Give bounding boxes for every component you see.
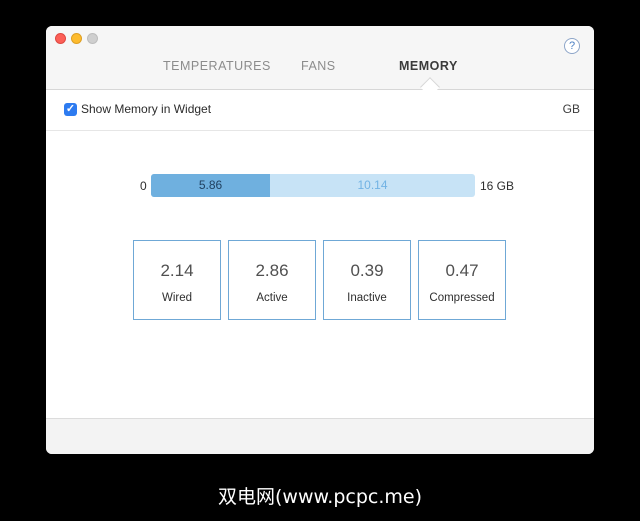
window-footer [46, 418, 594, 454]
memory-usage-bar: 5.86 10.14 [151, 174, 475, 197]
app-window: ? TEMPERATURES FANS MEMORY ✓ Show Memory… [46, 26, 594, 454]
used-memory-segment: 5.86 [151, 174, 270, 197]
stat-card-inactive: 0.39 Inactive [323, 240, 411, 320]
help-button[interactable]: ? [564, 38, 580, 54]
toolbar: ? TEMPERATURES FANS MEMORY [46, 26, 594, 90]
watermark-text: 双电网(www.pcpc.me) [218, 486, 422, 508]
minimize-window-button[interactable] [71, 33, 82, 44]
options-bar: ✓ Show Memory in Widget GB [46, 90, 594, 131]
stat-label: Inactive [347, 292, 387, 304]
stat-card-active: 2.86 Active [228, 240, 316, 320]
stat-card-wired: 2.14 Wired [133, 240, 221, 320]
bar-max-label: 16 GB [480, 179, 515, 193]
stat-card-compressed: 0.47 Compressed [418, 240, 506, 320]
show-in-widget-checkbox[interactable]: ✓ [64, 103, 77, 116]
unit-label: GB [562, 102, 580, 116]
stat-value: 0.47 [445, 261, 479, 280]
show-in-widget-label[interactable]: Show Memory in Widget [81, 102, 211, 116]
stat-value: 2.86 [255, 261, 289, 280]
stat-value: 0.39 [350, 261, 384, 280]
stat-value: 2.14 [160, 261, 194, 280]
tab-fans[interactable]: FANS [301, 59, 336, 73]
free-memory-segment: 10.14 [357, 178, 388, 192]
stat-label: Wired [161, 292, 193, 304]
stat-label: Active [256, 292, 288, 304]
tab-memory[interactable]: MEMORY [399, 59, 458, 73]
tab-temperatures[interactable]: TEMPERATURES [163, 59, 271, 73]
zoom-window-button[interactable] [87, 33, 98, 44]
stat-label: Compressed [429, 292, 495, 304]
close-window-button[interactable] [55, 33, 66, 44]
bar-min-label: 0 [140, 179, 147, 193]
